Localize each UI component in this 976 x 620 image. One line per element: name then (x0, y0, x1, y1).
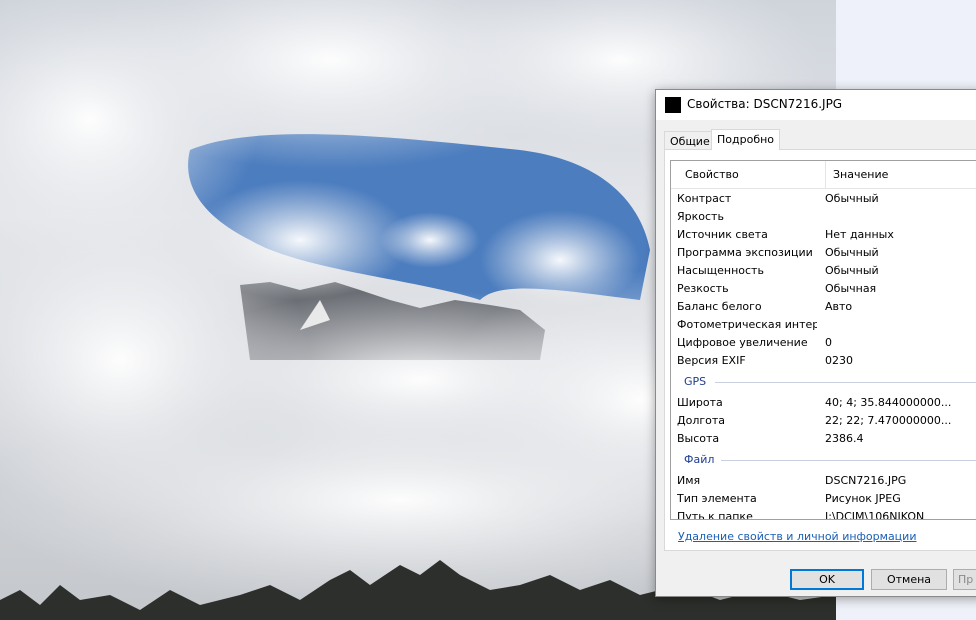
property-name: Яркость (677, 210, 724, 223)
property-name: Версия EXIF (677, 354, 746, 367)
dialog-title: Свойства: DSCN7216.JPG (687, 97, 843, 111)
property-value: Обычный (825, 246, 879, 259)
column-separator[interactable] (825, 161, 826, 189)
list-item[interactable]: Контраст Обычный (671, 190, 976, 208)
property-name: Насыщенность (677, 264, 764, 277)
property-name: Источник света (677, 228, 768, 241)
property-value: Обычный (825, 264, 879, 277)
list-item[interactable]: Имя DSCN7216.JPG (671, 472, 976, 490)
column-header-property[interactable]: Свойство (685, 168, 739, 181)
property-name: Цифровое увеличение (677, 336, 808, 349)
property-name: Путь к папке (677, 510, 753, 520)
apply-button[interactable]: Пр (953, 569, 976, 590)
property-value: 2386.4 (825, 432, 864, 445)
property-value: 0 (825, 336, 832, 349)
group-divider (715, 382, 976, 383)
group-header-file: Файл (671, 451, 976, 469)
group-header-gps: GPS (671, 373, 976, 391)
list-header: Свойство Значение (671, 161, 976, 189)
file-icon (665, 97, 681, 113)
list-item[interactable]: Фотометрическая интер... (671, 316, 976, 334)
property-value: Нет данных (825, 228, 894, 241)
list-item[interactable]: Яркость (671, 208, 976, 226)
list-item[interactable]: Широта 40; 4; 35.844000000... (671, 394, 976, 412)
ok-button[interactable]: OK (790, 569, 864, 590)
property-name: Долгота (677, 414, 726, 427)
property-name: Программа экспозиции (677, 246, 813, 259)
list-item[interactable]: Насыщенность Обычный (671, 262, 976, 280)
property-name: Контраст (677, 192, 732, 205)
column-header-value[interactable]: Значение (833, 168, 888, 181)
list-item[interactable]: Баланс белого Авто (671, 298, 976, 316)
properties-list[interactable]: Свойство Значение Контраст Обычный Яркост… (670, 160, 976, 520)
property-value: 22; 22; 7.470000000... (825, 414, 952, 427)
dialog-titlebar[interactable]: Свойства: DSCN7216.JPG (656, 90, 976, 120)
group-divider (721, 460, 976, 461)
property-value: Рисунок JPEG (825, 492, 901, 505)
list-item[interactable]: Версия EXIF 0230 (671, 352, 976, 370)
property-value: 0230 (825, 354, 853, 367)
property-name: Широта (677, 396, 723, 409)
list-item-altitude[interactable]: Высота 2386.4 (671, 430, 976, 448)
list-item[interactable]: Программа экспозиции Обычный (671, 244, 976, 262)
property-value: I:\DCIM\106NIKON (825, 510, 925, 520)
list-item[interactable]: Тип элемента Рисунок JPEG (671, 490, 976, 508)
properties-dialog: Свойства: DSCN7216.JPG Общие Подробно Св… (655, 89, 976, 597)
property-value: Авто (825, 300, 853, 313)
property-name: Высота (677, 432, 720, 445)
tab-details[interactable]: Подробно (711, 129, 781, 150)
property-name: Фотометрическая интер... (677, 318, 817, 331)
tab-general[interactable]: Общие (664, 131, 716, 150)
list-item[interactable]: Долгота 22; 22; 7.470000000... (671, 412, 976, 430)
property-value: 40; 4; 35.844000000... (825, 396, 952, 409)
property-value: DSCN7216.JPG (825, 474, 907, 487)
property-name: Резкость (677, 282, 729, 295)
list-item[interactable]: Резкость Обычная (671, 280, 976, 298)
remove-properties-link[interactable]: Удаление свойств и личной информации (678, 530, 916, 543)
list-item[interactable]: Путь к папке I:\DCIM\106NIKON (671, 508, 976, 520)
cancel-button[interactable]: Отмена (871, 569, 947, 590)
property-name: Имя (677, 474, 701, 487)
list-item[interactable]: Цифровое увеличение 0 (671, 334, 976, 352)
property-value: Обычная (825, 282, 877, 295)
property-name: Тип элемента (677, 492, 757, 505)
property-name: Баланс белого (677, 300, 762, 313)
list-item[interactable]: Источник света Нет данных (671, 226, 976, 244)
property-value: Обычный (825, 192, 879, 205)
